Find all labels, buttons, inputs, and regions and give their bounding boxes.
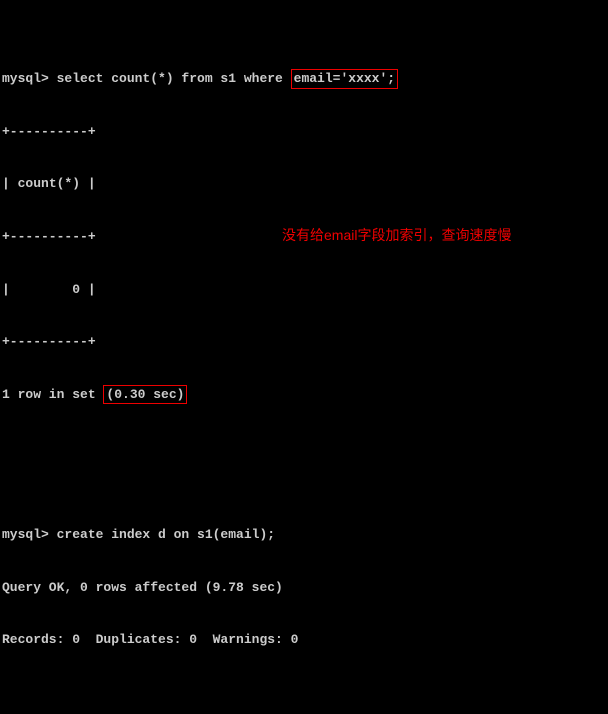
header-row: | count(*) | <box>2 175 606 193</box>
footer-row: 1 row in set (0.30 sec) <box>2 386 606 404</box>
response-line: Records: 0 Duplicates: 0 Warnings: 0 <box>2 631 606 649</box>
terminal-output: mysql> select count(*) from s1 where ema… <box>0 0 608 714</box>
blank <box>2 438 606 456</box>
response-line: Query OK, 0 rows affected (9.78 sec) <box>2 579 606 597</box>
sql-text: create index d on s1(email); <box>57 526 275 544</box>
separator: +----------+ <box>2 123 606 141</box>
highlight-where: email='xxxx'; <box>291 69 398 89</box>
value-row: | 0 | <box>2 281 606 299</box>
prompt: mysql> <box>2 70 57 88</box>
highlight-time: (0.30 sec) <box>103 385 187 405</box>
sql-text: select count(*) from s1 where <box>57 70 291 88</box>
sql-line: mysql> select count(*) from s1 where ema… <box>2 70 606 88</box>
annotation-text: 没有给email字段加索引，查询速度慢 <box>282 226 511 245</box>
prompt: mysql> <box>2 526 57 544</box>
separator: +----------+ <box>2 333 606 351</box>
separator: +----------+ 没有给email字段加索引，查询速度慢 <box>2 228 606 246</box>
sql-line: mysql> create index d on s1(email); <box>2 526 606 544</box>
blank <box>2 684 606 702</box>
